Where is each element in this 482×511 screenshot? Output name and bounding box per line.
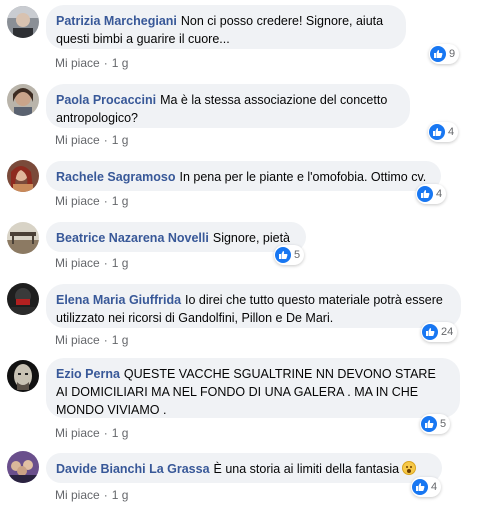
comment-text: In pena per le piante e l'omofobia. Otti… (179, 170, 427, 184)
comment-author[interactable]: Paola Procaccini (56, 93, 156, 107)
like-thumb-icon (421, 416, 437, 432)
like-thumb-icon (422, 324, 438, 340)
comment-author[interactable]: Ezio Perna (56, 367, 120, 381)
reaction-count-value: 4 (448, 126, 455, 138)
reaction-count[interactable]: 4 (411, 477, 442, 497)
avatar[interactable] (7, 84, 39, 116)
timestamp-link[interactable]: 1 g (112, 333, 129, 347)
separator: · (103, 133, 108, 147)
comment-author[interactable]: Elena Maria Giuffrida (56, 293, 181, 307)
grinning-face-icon (402, 461, 417, 475)
separator: · (103, 333, 108, 347)
like-link[interactable]: Mi piace (55, 488, 100, 502)
reaction-count-value: 24 (441, 326, 454, 338)
like-link[interactable]: Mi piace (55, 426, 100, 440)
reaction-count[interactable]: 4 (428, 122, 459, 142)
comment-text: Signore, pietà (212, 231, 290, 245)
avatar[interactable] (7, 160, 39, 192)
timestamp-link[interactable]: 1 g (112, 488, 129, 502)
reaction-count-value: 5 (294, 249, 301, 261)
comment-actions: Mi piace · 1 g (55, 333, 128, 347)
reaction-count-value: 9 (449, 48, 456, 60)
comment-text: È una storia ai limiti della fantasia (213, 462, 400, 476)
reaction-count[interactable]: 9 (429, 44, 460, 64)
separator: · (103, 426, 108, 440)
comment-actions: Mi piace · 1 g (55, 194, 128, 208)
separator: · (103, 488, 108, 502)
like-thumb-icon (412, 479, 428, 495)
reaction-count[interactable]: 4 (416, 184, 447, 204)
comment-bubble: Beatrice Nazarena Novelli Signore, pietà (46, 222, 306, 252)
like-link[interactable]: Mi piace (55, 333, 100, 347)
avatar[interactable] (7, 283, 39, 315)
reaction-count[interactable]: 5 (274, 245, 305, 265)
like-link[interactable]: Mi piace (55, 194, 100, 208)
comment-author[interactable]: Davide Bianchi La Grassa (56, 462, 210, 476)
avatar[interactable] (7, 222, 39, 254)
comment-bubble: Ezio Perna QUESTE VACCHE SGUALTRINE NN DE… (46, 358, 460, 418)
timestamp-link[interactable]: 1 g (112, 256, 129, 270)
avatar[interactable] (7, 451, 39, 483)
like-link[interactable]: Mi piace (55, 56, 100, 70)
like-link[interactable]: Mi piace (55, 256, 100, 270)
comment-actions: Mi piace · 1 g (55, 426, 128, 440)
timestamp-link[interactable]: 1 g (112, 194, 129, 208)
like-thumb-icon (430, 46, 446, 62)
comment-author[interactable]: Beatrice Nazarena Novelli (56, 231, 209, 245)
reaction-count[interactable]: 5 (420, 414, 451, 434)
comment-bubble: Davide Bianchi La Grassa È una storia ai … (46, 453, 442, 483)
avatar[interactable] (7, 6, 39, 38)
avatar[interactable] (7, 360, 39, 392)
like-thumb-icon (275, 247, 291, 263)
comment-bubble: Rachele Sagramoso In pena per le piante e… (46, 161, 441, 191)
comment-author[interactable]: Patrizia Marchegiani (56, 14, 177, 28)
comment-actions: Mi piace · 1 g (55, 488, 128, 502)
timestamp-link[interactable]: 1 g (112, 56, 129, 70)
comment-author[interactable]: Rachele Sagramoso (56, 170, 176, 184)
reaction-count[interactable]: 24 (421, 322, 458, 342)
reaction-count-value: 4 (431, 481, 438, 493)
comment-bubble: Paola Procaccini Ma è la stessa associazi… (46, 84, 410, 128)
comment-bubble: Patrizia Marchegiani Non ci posso credere… (46, 5, 406, 49)
like-link[interactable]: Mi piace (55, 133, 100, 147)
separator: · (103, 256, 108, 270)
separator: · (103, 56, 108, 70)
timestamp-link[interactable]: 1 g (112, 133, 129, 147)
comment-bubble: Elena Maria Giuffrida Io direi che tutto … (46, 284, 461, 328)
comment-actions: Mi piace · 1 g (55, 256, 128, 270)
comment-actions: Mi piace · 1 g (55, 56, 128, 70)
comment-actions: Mi piace · 1 g (55, 133, 128, 147)
like-thumb-icon (429, 124, 445, 140)
like-thumb-icon (417, 186, 433, 202)
reaction-count-value: 4 (436, 188, 443, 200)
reaction-count-value: 5 (440, 418, 447, 430)
timestamp-link[interactable]: 1 g (112, 426, 129, 440)
separator: · (103, 194, 108, 208)
